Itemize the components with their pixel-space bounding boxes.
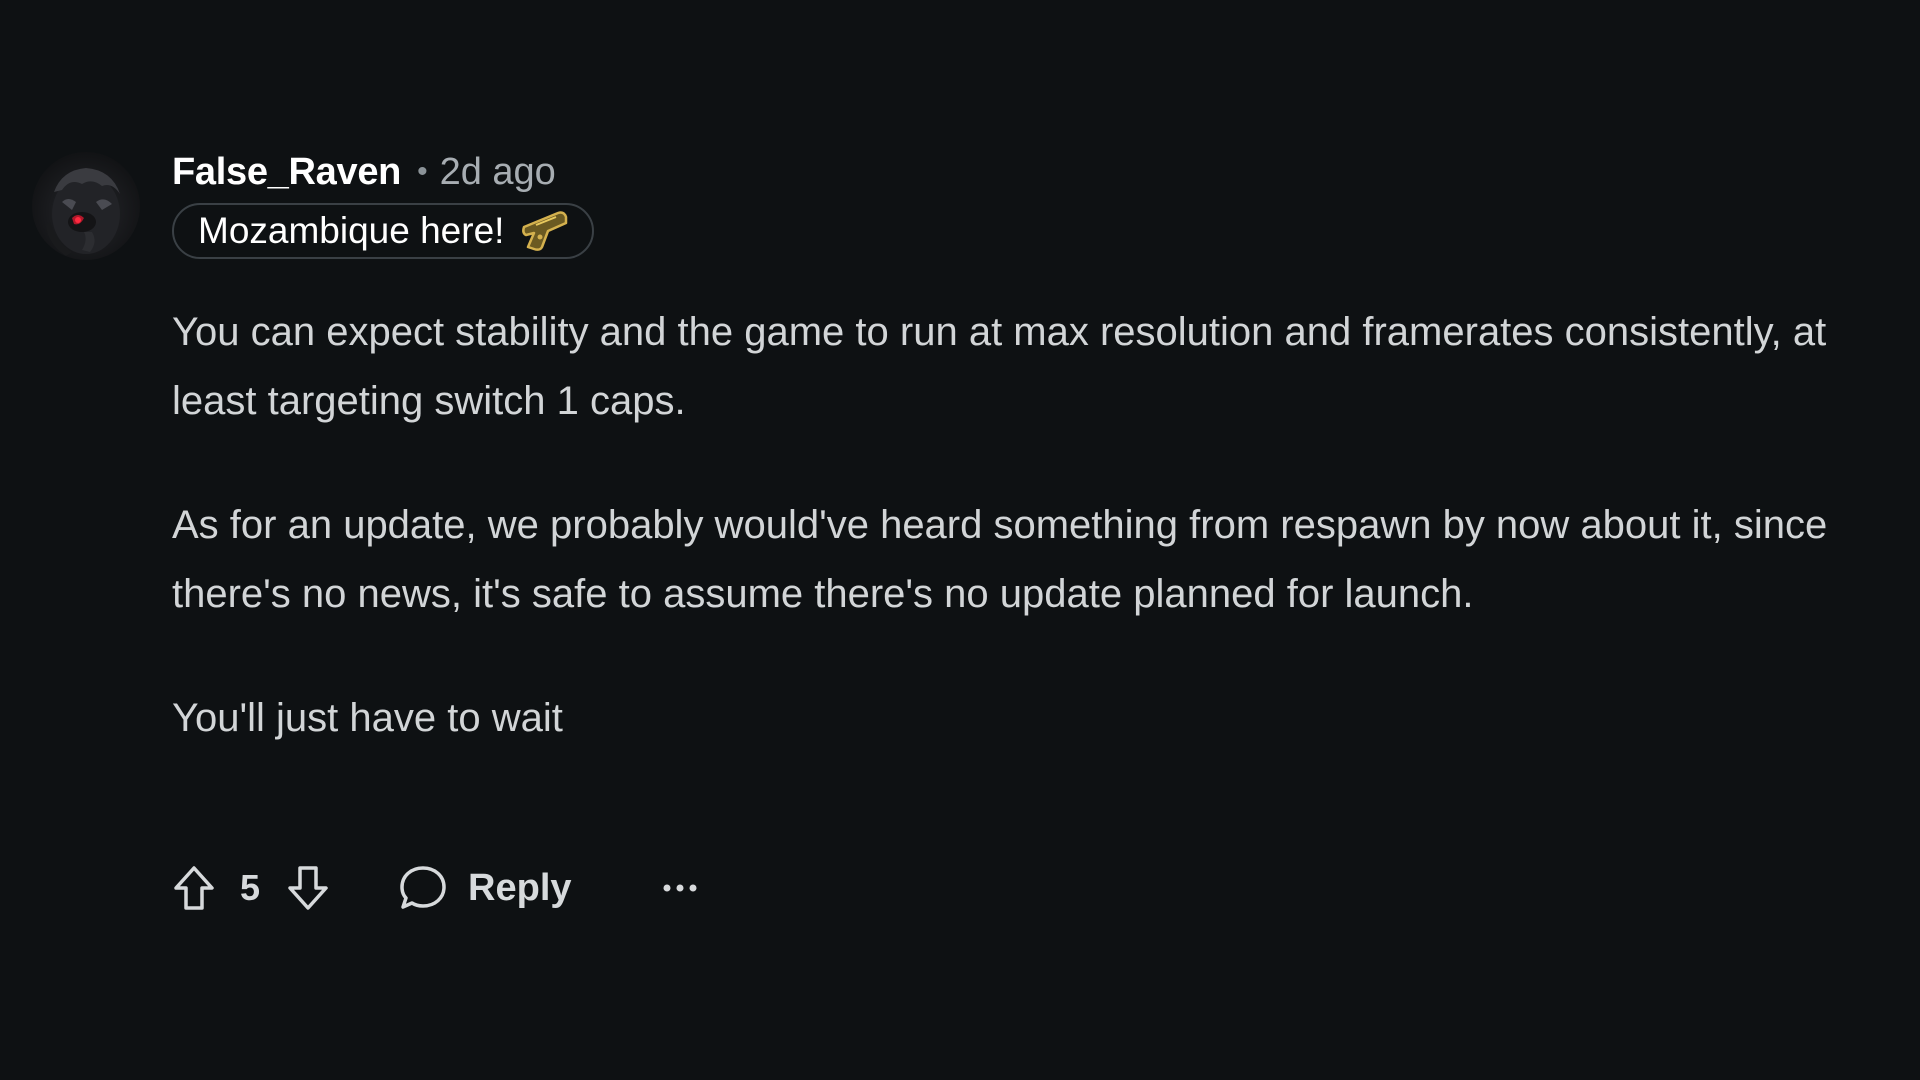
downvote-arrow-icon <box>288 866 328 910</box>
author-username[interactable]: False_Raven <box>172 151 401 194</box>
reply-label: Reply <box>468 866 572 909</box>
speech-bubble-icon <box>400 866 446 909</box>
comment-timestamp[interactable]: 2d ago <box>440 151 556 194</box>
comment-body: You can expect stability and the game to… <box>172 298 1902 808</box>
avatar-image <box>46 168 120 256</box>
comment-paragraph: You can expect stability and the game to… <box>172 310 1827 423</box>
vote-score: 5 <box>240 867 261 908</box>
ellipsis-icon <box>663 884 697 892</box>
pistol-icon <box>522 211 568 251</box>
comment-header: False_Raven • 2d ago <box>172 148 556 196</box>
comment-paragraph: You'll just have to wait <box>172 696 563 740</box>
user-avatar[interactable] <box>32 152 140 260</box>
user-flair: Mozambique here! <box>172 203 595 259</box>
comment-actions: 5 Reply <box>172 856 700 920</box>
upvote-button[interactable] <box>172 864 216 912</box>
flair-text: Mozambique here! <box>198 210 505 251</box>
upvote-arrow-icon <box>174 866 214 910</box>
meta-separator: • <box>417 155 428 188</box>
downvote-button[interactable] <box>286 864 330 912</box>
comment-paragraph: As for an update, we probably would've h… <box>172 503 1828 616</box>
reply-button[interactable]: Reply <box>398 863 572 913</box>
more-options-button[interactable] <box>660 881 700 895</box>
